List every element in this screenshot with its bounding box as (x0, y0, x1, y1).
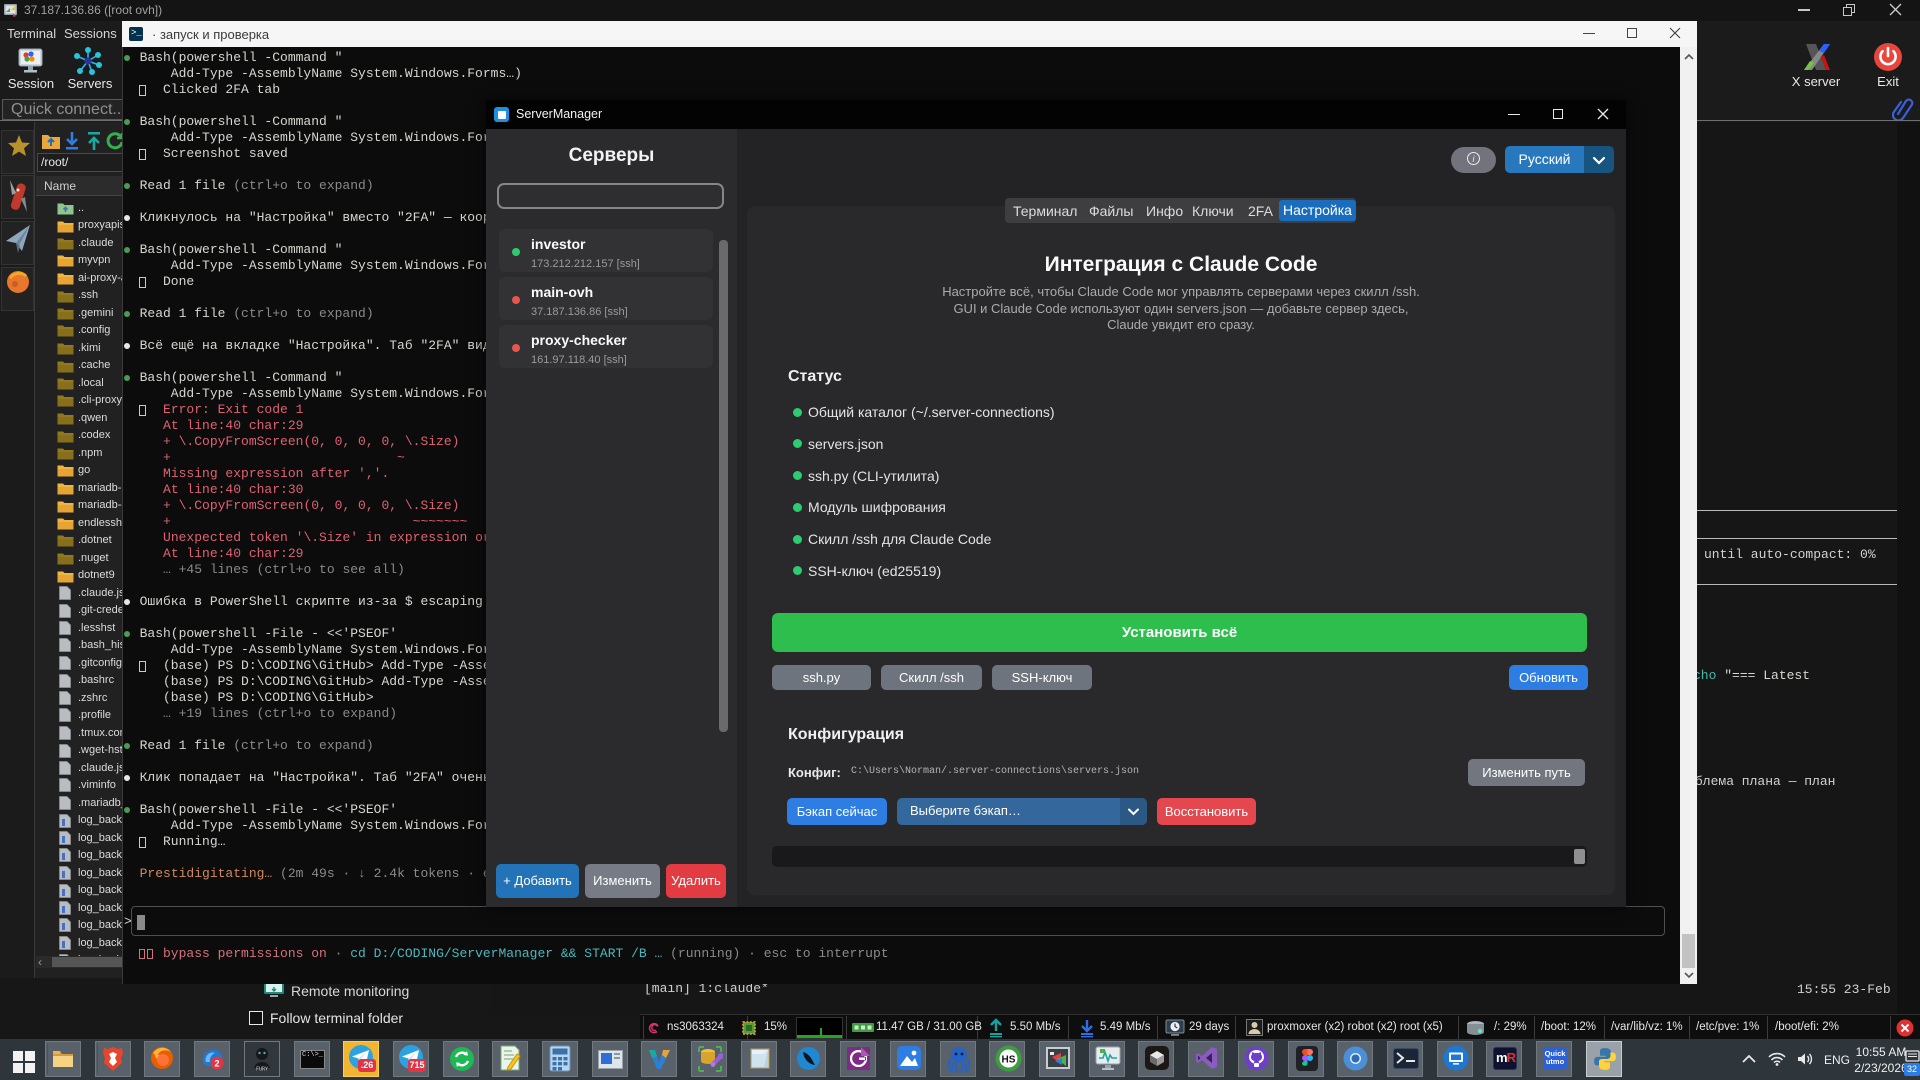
svg-text:HS: HS (1002, 1055, 1016, 1066)
svg-text:2: 2 (214, 1059, 219, 1069)
svg-text:FURY: FURY (256, 1067, 268, 1073)
